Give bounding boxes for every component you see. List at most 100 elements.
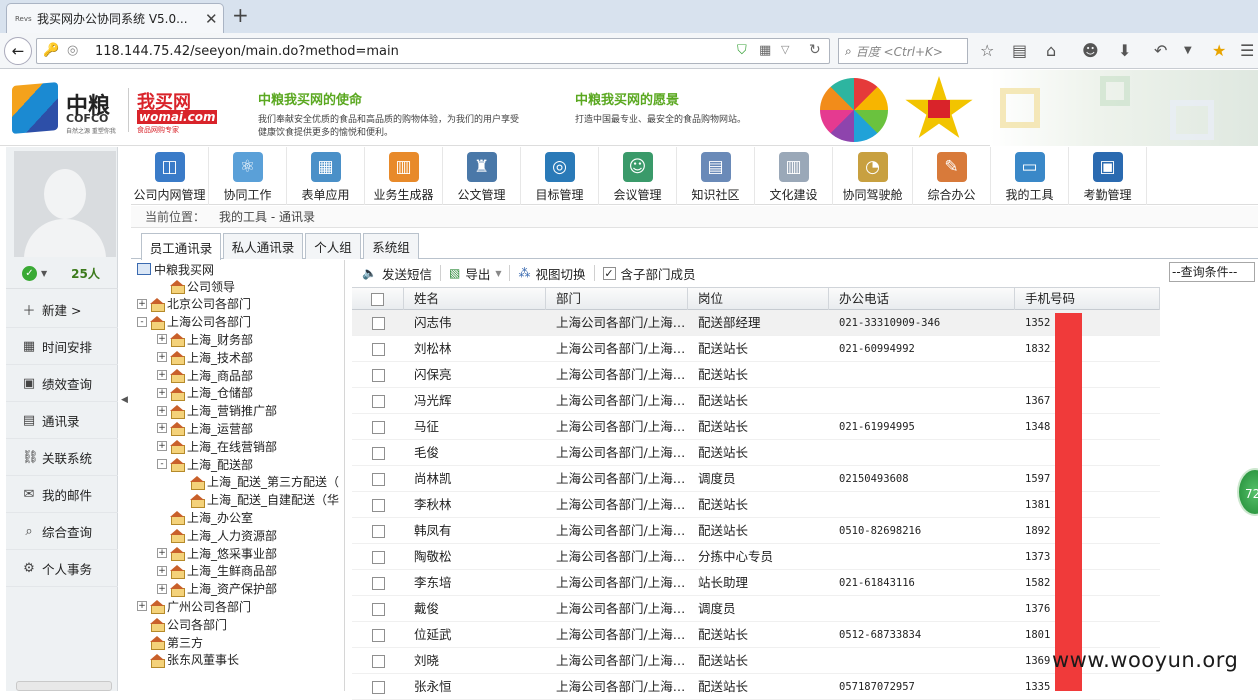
tree-node[interactable]: + 北京公司各部门 bbox=[137, 295, 251, 313]
undo-icon[interactable]: ↶ bbox=[1154, 41, 1167, 60]
menu-query[interactable]: ⌕ 综合查询 bbox=[6, 514, 118, 550]
online-status[interactable]: ✓ ▼ 25人 bbox=[6, 259, 118, 289]
tab-private[interactable]: 私人通讯录 bbox=[223, 233, 303, 259]
include-sub-checkbox[interactable]: ✓ 含子部门成员 bbox=[595, 260, 704, 286]
tree-node[interactable]: - 上海_配送部 bbox=[157, 455, 253, 473]
back-button[interactable]: ← bbox=[4, 37, 32, 65]
tree-node[interactable]: + 上海_财务部 bbox=[157, 330, 253, 348]
collapse-icon[interactable]: - bbox=[137, 316, 147, 327]
col-tel[interactable]: 办公电话 bbox=[829, 288, 1015, 310]
menu-addressbook[interactable]: ▤ 通讯录 bbox=[6, 403, 118, 439]
menu-schedule[interactable]: ▦ 时间安排 bbox=[6, 329, 118, 365]
expand-icon[interactable]: + bbox=[157, 334, 167, 345]
table-row[interactable]: 闪保亮 上海公司各部门/上海… 配送站长 bbox=[352, 362, 1160, 388]
menu-dropdown-icon[interactable]: ▼ bbox=[1184, 45, 1192, 56]
table-row[interactable]: 位延武 上海公司各部门/上海… 配送站长 0512-68733834 1801 359 bbox=[352, 622, 1160, 648]
col-post[interactable]: 岗位 bbox=[688, 288, 829, 310]
tree-node[interactable]: + 广州公司各部门 bbox=[137, 597, 251, 615]
row-checkbox[interactable] bbox=[352, 440, 404, 466]
tree-node[interactable]: 公司领导 bbox=[157, 277, 235, 295]
tab-personal-group[interactable]: 个人组 bbox=[305, 233, 361, 259]
row-checkbox[interactable] bbox=[352, 492, 404, 518]
tree-node[interactable]: 张东风董事长 bbox=[137, 651, 239, 669]
close-tab-icon[interactable]: ✕ bbox=[205, 10, 223, 28]
tree-node[interactable]: + 上海_仓储部 bbox=[157, 384, 253, 402]
expand-icon[interactable]: + bbox=[157, 423, 167, 434]
menu-personal[interactable]: ⚙ 个人事务 bbox=[6, 551, 118, 587]
table-row[interactable]: 李东培 上海公司各部门/上海… 站长助理 021-61843116 1582 606 bbox=[352, 570, 1160, 596]
expand-icon[interactable]: + bbox=[157, 565, 167, 576]
row-checkbox[interactable] bbox=[352, 570, 404, 596]
table-row[interactable]: 韩凤有 上海公司各部门/上海… 配送站长 0510-82698216 1892 376 bbox=[352, 518, 1160, 544]
expand-icon[interactable]: + bbox=[157, 387, 167, 398]
collapse-icon[interactable]: - bbox=[157, 459, 167, 469]
module-7[interactable]: ▤ 知识社区 bbox=[677, 147, 755, 205]
menu-new[interactable]: ＋ 新建 > bbox=[6, 292, 118, 328]
menu-linked-system[interactable]: ⛓ 关联系统 bbox=[6, 440, 118, 476]
expand-icon[interactable]: + bbox=[157, 352, 167, 363]
module-9[interactable]: ◔ 协同驾驶舱 bbox=[833, 147, 913, 205]
row-checkbox[interactable] bbox=[352, 362, 404, 388]
row-checkbox[interactable] bbox=[352, 336, 404, 362]
bookmark-star-icon[interactable]: ☆ bbox=[980, 41, 994, 60]
row-checkbox[interactable] bbox=[352, 544, 404, 570]
tree-node[interactable]: - 上海公司各部门 bbox=[137, 313, 251, 331]
tree-node[interactable]: 上海_人力资源部 bbox=[157, 526, 277, 544]
extension-star-icon[interactable]: ★ bbox=[1212, 41, 1226, 60]
module-8[interactable]: ▥ 文化建设 bbox=[755, 147, 833, 205]
expand-icon[interactable]: + bbox=[137, 601, 147, 612]
home-icon[interactable]: ⌂ bbox=[1046, 41, 1056, 60]
expand-icon[interactable]: + bbox=[157, 583, 167, 594]
module-11[interactable]: ▭ 我的工具 bbox=[991, 147, 1069, 205]
qrcode-icon[interactable]: ▦ bbox=[759, 43, 771, 58]
module-1[interactable]: ⚛ 协同工作 bbox=[209, 147, 287, 205]
menu-icon[interactable]: ☰ bbox=[1240, 41, 1254, 60]
select-all-checkbox[interactable] bbox=[352, 288, 404, 310]
tree-node[interactable]: 第三方 bbox=[137, 633, 203, 651]
tree-node[interactable]: 上海_配送_自建配送（华 bbox=[177, 491, 339, 509]
table-row[interactable]: 李秋林 上海公司各部门/上海… 配送站长 1381 362 bbox=[352, 492, 1160, 518]
avatar[interactable] bbox=[14, 151, 116, 257]
expand-icon[interactable]: + bbox=[137, 298, 147, 309]
col-mobile[interactable]: 手机号码 bbox=[1015, 288, 1160, 310]
breadcrumb-path[interactable]: 我的工具 - 通讯录 bbox=[219, 208, 315, 225]
table-row[interactable]: 戴俊 上海公司各部门/上海… 调度员 1376 349 bbox=[352, 596, 1160, 622]
tree-root[interactable]: 中粮我买网 bbox=[137, 260, 214, 278]
table-row[interactable]: 尚林凯 上海公司各部门/上海… 调度员 02150493608 1597 363 bbox=[352, 466, 1160, 492]
row-checkbox[interactable] bbox=[352, 674, 404, 700]
table-row[interactable]: 刘晓 上海公司各部门/上海… 配送站长 1369 bbox=[352, 648, 1160, 674]
expand-icon[interactable]: + bbox=[157, 441, 167, 452]
view-switch-button[interactable]: ⁂ 视图切换 bbox=[510, 260, 593, 286]
row-checkbox[interactable] bbox=[352, 414, 404, 440]
tab-employee[interactable]: 员工通讯录 bbox=[141, 233, 221, 260]
shield-icon[interactable]: ⛉ bbox=[737, 43, 747, 58]
row-checkbox[interactable] bbox=[352, 518, 404, 544]
query-select[interactable]: --查询条件-- bbox=[1169, 262, 1255, 282]
module-10[interactable]: ✎ 综合办公 bbox=[913, 147, 991, 205]
send-sms-button[interactable]: 🔈 发送短信 bbox=[354, 260, 440, 286]
row-checkbox[interactable] bbox=[352, 466, 404, 492]
row-checkbox[interactable] bbox=[352, 388, 404, 414]
row-checkbox[interactable] bbox=[352, 596, 404, 622]
tree-node[interactable]: + 上海_技术部 bbox=[157, 348, 253, 366]
reading-list-icon[interactable]: ▤ bbox=[1012, 41, 1027, 60]
row-checkbox[interactable] bbox=[352, 622, 404, 648]
tab-system-group[interactable]: 系统组 bbox=[363, 233, 419, 259]
col-dept[interactable]: 部门 bbox=[546, 288, 688, 310]
export-button[interactable]: ▧ 导出 ▼ bbox=[441, 260, 510, 286]
download-icon[interactable]: ⬇ bbox=[1118, 41, 1131, 60]
tree-node[interactable]: + 上海_生鲜商品部 bbox=[157, 562, 277, 580]
row-checkbox[interactable] bbox=[352, 648, 404, 674]
tree-node[interactable]: 公司各部门 bbox=[137, 615, 227, 633]
tree-node[interactable]: + 上海_悠采事业部 bbox=[157, 544, 277, 562]
module-6[interactable]: ☺ 会议管理 bbox=[599, 147, 677, 205]
expand-icon[interactable]: + bbox=[157, 370, 167, 380]
tree-node[interactable]: 上海_办公室 bbox=[157, 508, 253, 526]
tree-node[interactable]: + 上海_商品部 bbox=[157, 366, 253, 384]
search-input[interactable]: ⌕ 百度 <Ctrl+K> bbox=[838, 38, 968, 64]
tree-node[interactable]: 上海_配送_第三方配送（ bbox=[177, 473, 339, 491]
table-row[interactable]: 冯光辉 上海公司各部门/上海… 配送站长 1367 730 bbox=[352, 388, 1160, 414]
new-tab-button[interactable]: + bbox=[232, 5, 249, 25]
menu-mail[interactable]: ✉ 我的邮件 bbox=[6, 477, 118, 513]
table-row[interactable]: 毛俊 上海公司各部门/上海… 配送站长 bbox=[352, 440, 1160, 466]
